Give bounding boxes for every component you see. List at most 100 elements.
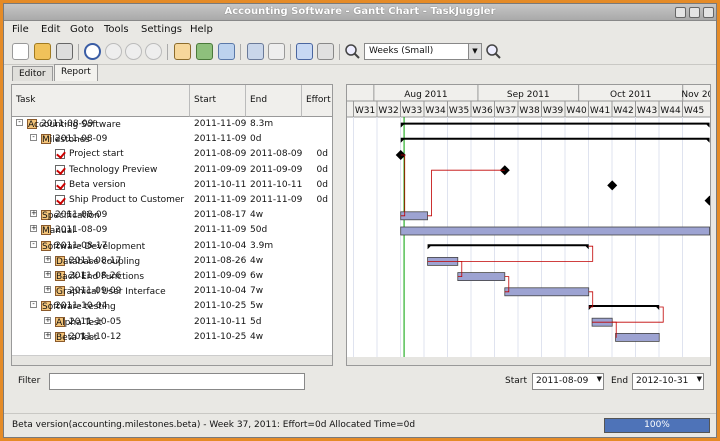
- open-folder-icon[interactable]: [34, 43, 51, 60]
- task-bar: [504, 287, 590, 297]
- table-row[interactable]: + Alpha Test 2011-10-05 2011-10-11 5d: [12, 315, 332, 330]
- gantt-chart: Aug 2011Sep 2011Oct 2011Nov 200W31W32W33…: [346, 84, 711, 366]
- table-row[interactable]: - Accounting Software 2011-08-09 2011-11-09…: [12, 117, 332, 132]
- zoom-in-magnifier-icon[interactable]: [485, 43, 502, 60]
- menu-settings[interactable]: Settings: [141, 24, 182, 35]
- expander-icon[interactable]: -: [16, 119, 23, 126]
- close-button[interactable]: [703, 7, 714, 18]
- week-label: W32: [378, 106, 398, 116]
- end-date-field[interactable]: 2012-10-31 ▼: [632, 373, 704, 390]
- task-start: 2011-10-25: [194, 331, 247, 342]
- task-start: 2011-10-04: [194, 240, 247, 251]
- menu-goto[interactable]: Goto: [70, 24, 94, 35]
- minimize-button[interactable]: [675, 7, 686, 18]
- expander-icon[interactable]: +: [44, 316, 51, 324]
- table-row[interactable]: + Graphical User Interface 2011-09-09 2011-…: [12, 284, 332, 299]
- task-effort: 0d: [316, 195, 328, 205]
- week-label: W33: [402, 106, 422, 116]
- print-icon[interactable]: [56, 43, 73, 60]
- expander-icon[interactable]: +: [30, 210, 37, 218]
- task-name: 2011-10-05: [69, 316, 122, 327]
- filter-input[interactable]: [49, 373, 305, 390]
- table-row[interactable]: - Milestones 2011-08-09 2011-11-09 0d: [12, 132, 332, 147]
- pane-splitter[interactable]: [335, 84, 344, 366]
- stop-icon[interactable]: [145, 43, 162, 60]
- expander-icon[interactable]: -: [30, 134, 37, 142]
- table-row[interactable]: + Beta Test 2011-10-12 2011-10-25 4w: [12, 330, 332, 345]
- zoom-select[interactable]: Weeks (Small) ▼: [364, 43, 482, 60]
- filter-label: Filter: [18, 376, 41, 386]
- back-icon[interactable]: [105, 43, 122, 60]
- task-name: 2011-08-26: [69, 271, 122, 281]
- maximize-button[interactable]: [689, 7, 700, 18]
- task-name: 2011-08-09: [41, 119, 94, 129]
- task-name: Beta version: [69, 179, 126, 190]
- task-name: Ship Product to Customer: [69, 195, 185, 205]
- table-row[interactable]: + Specification 2011-08-09 2011-08-17 4w: [12, 208, 332, 223]
- task-icon: Milestones: [41, 134, 90, 146]
- chevron-down-icon[interactable]: ▼: [468, 44, 481, 59]
- progress-bar: 100%: [604, 418, 710, 433]
- table-row[interactable]: + Manual 2011-08-09 2011-11-09 50d: [12, 223, 332, 238]
- task-end: 3.9m: [250, 240, 274, 251]
- menu-file[interactable]: File: [12, 24, 29, 35]
- window-title: Accounting Software - Gantt Chart - Task…: [224, 6, 496, 17]
- chevron-down-icon: ▼: [696, 375, 702, 383]
- task-name: 2011-10-12: [69, 331, 122, 342]
- tab-editor[interactable]: Editor: [12, 66, 53, 81]
- new-file-icon[interactable]: [12, 43, 29, 60]
- start-date-field[interactable]: 2011-08-09 ▼: [532, 373, 604, 390]
- table-row[interactable]: Technology Preview 2011-09-09 2011-09-09 0d: [12, 163, 332, 178]
- resources-icon[interactable]: [196, 43, 213, 60]
- chevron-down-icon: ▼: [596, 375, 602, 383]
- document-edit-icon[interactable]: [317, 43, 334, 60]
- report-icon[interactable]: [268, 43, 285, 60]
- expander-icon[interactable]: +: [44, 286, 51, 294]
- task-start: 2011-08-09: [194, 149, 247, 160]
- expander-icon[interactable]: -: [30, 301, 37, 309]
- tab-report[interactable]: Report: [54, 64, 98, 81]
- forward-icon[interactable]: [125, 43, 142, 60]
- table-row[interactable]: - Software Development 2011-08-17 2011-10-0…: [12, 239, 332, 254]
- check-icon[interactable]: [296, 43, 313, 60]
- week-label: W42: [613, 106, 633, 116]
- column-header-task[interactable]: Task: [12, 85, 190, 117]
- task-start: 2011-08-26: [194, 255, 247, 266]
- task-name: 2011-08-09: [55, 210, 108, 221]
- week-label: W45: [684, 106, 704, 116]
- task-start: 2011-09-09: [194, 164, 247, 175]
- task-icon: Graphical User Interface: [55, 286, 166, 298]
- task-end: 4w: [250, 210, 264, 221]
- milestone-marker: [607, 180, 618, 191]
- expander-icon[interactable]: +: [44, 271, 51, 278]
- menu-tools[interactable]: Tools: [104, 24, 129, 35]
- task-name: 2011-08-09: [55, 134, 108, 145]
- status-bar: Beta version(accounting.milestones.beta)…: [4, 413, 716, 437]
- expander-icon[interactable]: +: [44, 331, 51, 339]
- expander-icon[interactable]: +: [44, 255, 51, 263]
- calendar-icon[interactable]: [174, 43, 191, 60]
- expander-icon[interactable]: +: [30, 225, 37, 233]
- table-view-icon[interactable]: [247, 43, 264, 60]
- start-label: Start: [505, 376, 527, 386]
- status-text: Beta version(accounting.milestones.beta)…: [12, 420, 416, 430]
- week-label: W40: [566, 106, 587, 116]
- table-row[interactable]: Project start 2011-08-09 2011-08-09 0d: [12, 147, 332, 162]
- table-row[interactable]: Ship Product to Customer 2011-11-09 2011-1…: [12, 193, 332, 208]
- horizontal-scrollbar[interactable]: [12, 355, 332, 365]
- table-row[interactable]: Beta version 2011-10-11 2011-10-11 0d: [12, 178, 332, 193]
- column-header-start[interactable]: Start: [190, 85, 246, 117]
- task-end: 2011-10-11: [250, 179, 303, 190]
- zoom-value: Weeks (Small): [369, 46, 434, 56]
- menu-edit[interactable]: Edit: [41, 24, 60, 35]
- zoom-out-magnifier-icon[interactable]: [344, 43, 361, 60]
- column-header-end[interactable]: End: [246, 85, 302, 117]
- table-row[interactable]: + Database coupling 2011-08-17 2011-08-26 4w: [12, 254, 332, 269]
- export-icon[interactable]: [218, 43, 235, 60]
- expander-icon[interactable]: -: [30, 240, 37, 248]
- table-row[interactable]: + Back-End Functions 2011-08-26 2011-09-09 6…: [12, 269, 332, 284]
- menu-help[interactable]: Help: [190, 24, 213, 35]
- column-header-effort[interactable]: Effort: [302, 85, 332, 117]
- table-row[interactable]: - Software testing 2011-10-04 2011-10-25 5w: [12, 299, 332, 314]
- schedule-clock-icon[interactable]: [84, 43, 101, 60]
